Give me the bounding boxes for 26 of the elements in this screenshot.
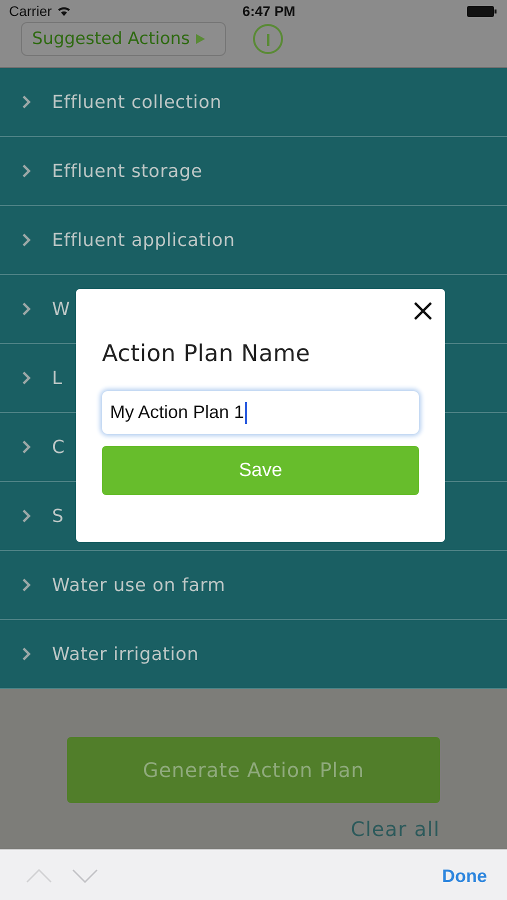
category-row[interactable]: Effluent collection xyxy=(0,68,507,137)
chevron-down-icon[interactable] xyxy=(72,869,98,883)
save-button[interactable]: Save xyxy=(102,446,419,495)
status-time: 6:47 PM xyxy=(242,3,296,19)
play-icon xyxy=(196,34,205,44)
category-row[interactable]: Effluent storage xyxy=(0,137,507,206)
plan-name-field[interactable]: My Action Plan 1 xyxy=(102,391,419,434)
chevron-right-icon xyxy=(22,647,31,661)
carrier-name: Carrier xyxy=(9,3,52,19)
chevron-right-icon xyxy=(22,440,31,454)
category-row[interactable]: Effluent application xyxy=(0,206,507,275)
chevron-right-icon xyxy=(22,509,31,523)
done-button[interactable]: Done xyxy=(442,866,487,886)
chevron-right-icon xyxy=(22,371,31,385)
chevron-right-icon xyxy=(22,578,31,592)
chevron-right-icon xyxy=(22,302,31,316)
chevron-up-icon[interactable] xyxy=(26,869,52,883)
wifi-icon xyxy=(56,6,71,16)
category-row[interactable]: Water irrigation xyxy=(0,620,507,689)
chevron-right-icon xyxy=(22,164,31,178)
category-row[interactable]: Water use on farm xyxy=(0,551,507,620)
chevron-right-icon xyxy=(22,95,31,109)
chevron-right-icon xyxy=(22,233,31,247)
dialog-title: Action Plan Name xyxy=(102,341,312,367)
close-icon[interactable] xyxy=(414,302,432,320)
info-icon[interactable] xyxy=(252,23,284,55)
